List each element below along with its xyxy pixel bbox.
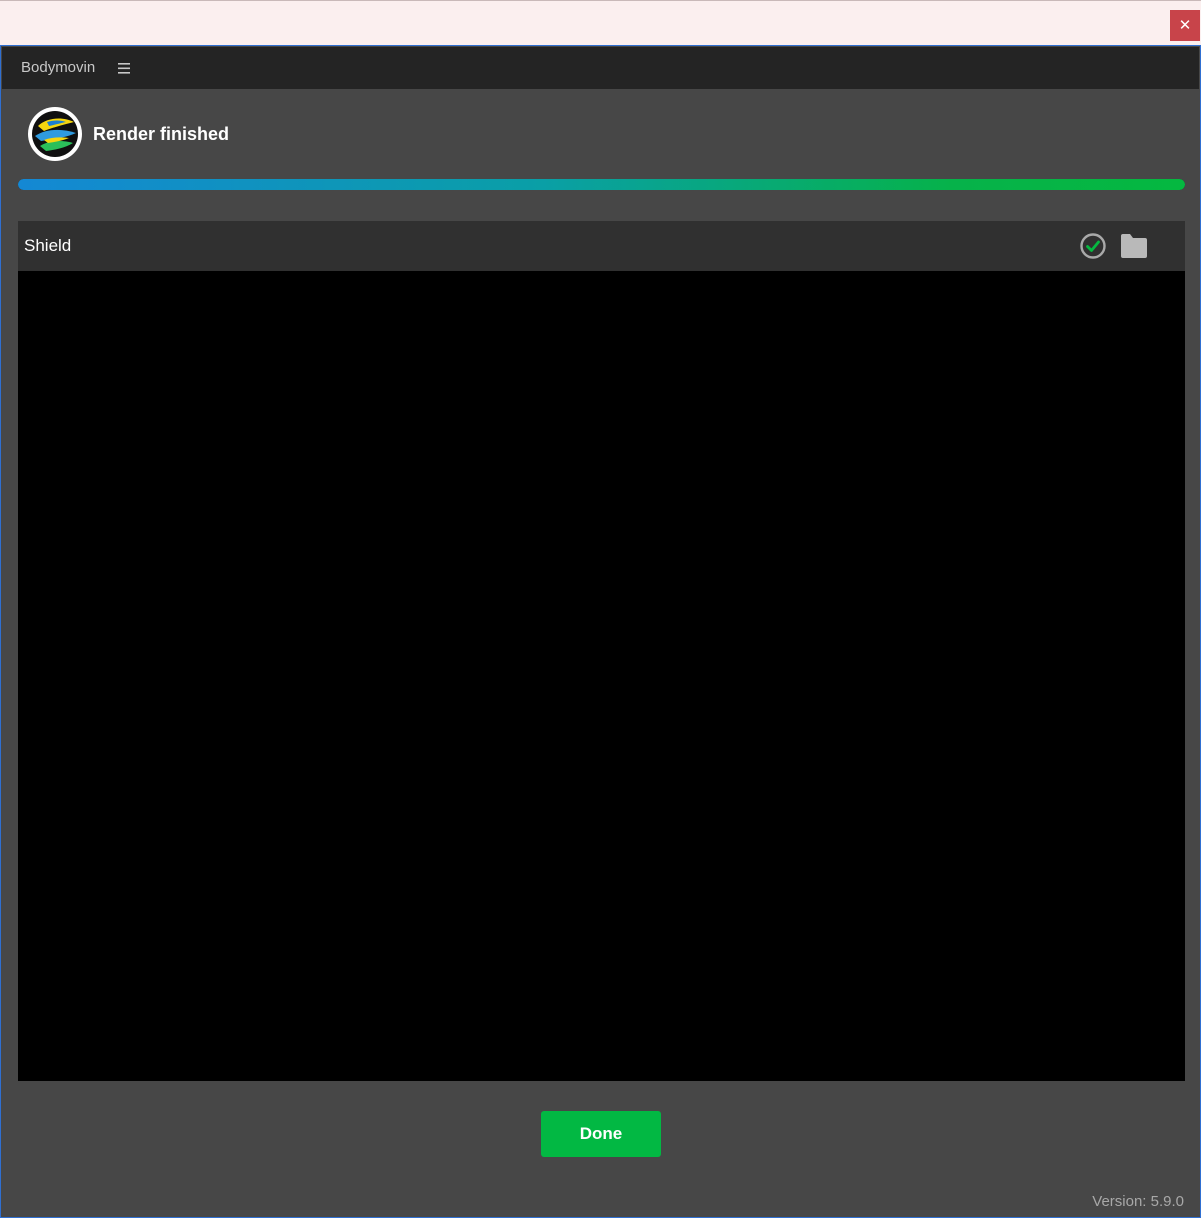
composition-row: Shield: [18, 221, 1185, 271]
version-label: Version: 5.9.0: [1092, 1193, 1184, 1210]
window-titlebar: ✕: [0, 0, 1201, 45]
bodymovin-logo-icon: [28, 107, 82, 161]
panel-title: Bodymovin: [21, 59, 96, 76]
done-button[interactable]: Done: [541, 1111, 661, 1157]
animation-preview: [18, 271, 1185, 1081]
render-progress-bar: [18, 179, 1185, 190]
check-circle-icon: [1079, 232, 1107, 260]
window-close-button[interactable]: ✕: [1170, 10, 1200, 41]
render-progress-fill: [18, 179, 1185, 190]
status-text: Render finished: [93, 124, 230, 144]
folder-icon[interactable]: [1119, 232, 1149, 260]
bodymovin-panel: Bodymovin Render finished Shield Done Ve…: [0, 45, 1201, 1218]
panel-header: Bodymovin: [2, 47, 1199, 89]
hamburger-menu-icon[interactable]: [116, 59, 132, 77]
composition-name: Shield: [24, 236, 72, 255]
